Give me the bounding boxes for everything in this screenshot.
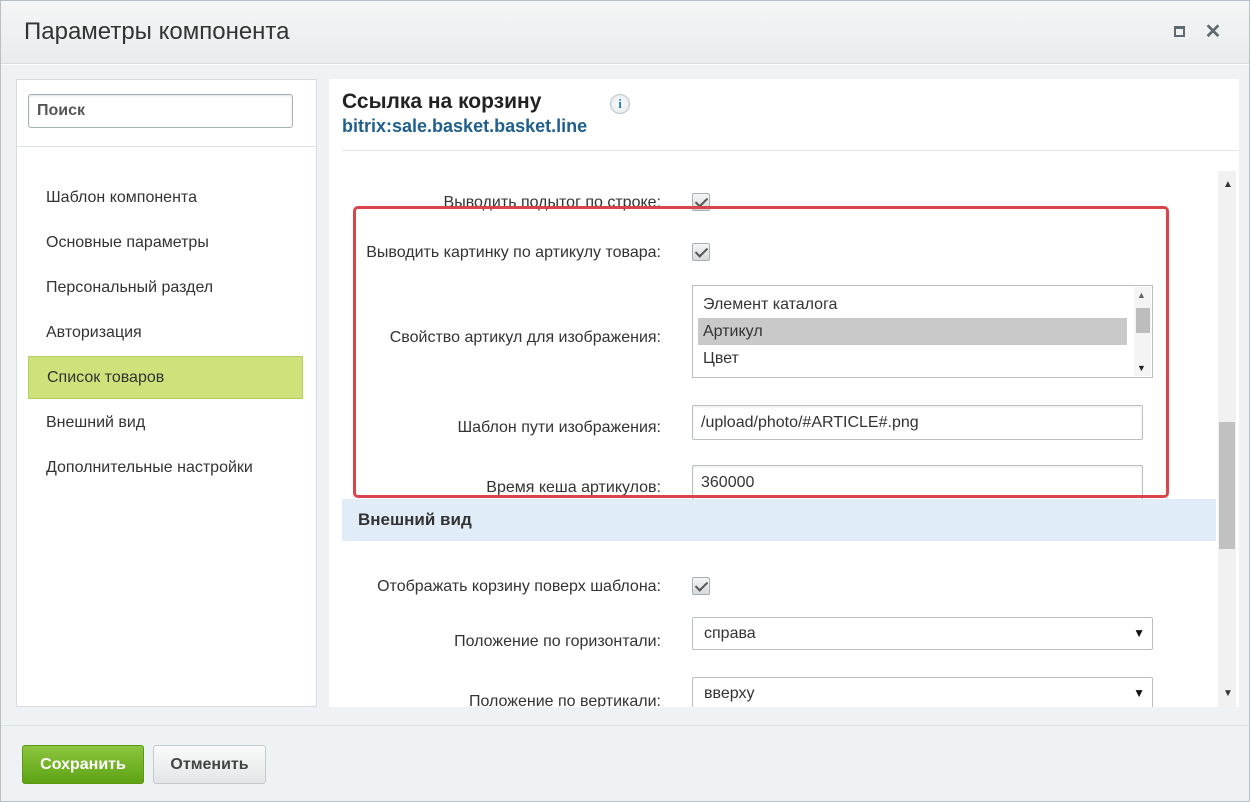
sidebar-item-additional-settings[interactable]: Дополнительные настройки (28, 445, 303, 490)
highlight-frame (353, 206, 1169, 498)
component-code: bitrix:sale.basket.basket.line (342, 116, 588, 136)
dialog-title: Параметры компонента (24, 18, 290, 45)
close-icon[interactable]: ✕ (1204, 22, 1222, 42)
section-header-appearance: Внешний вид (342, 499, 1216, 541)
dialog-content: Шаблон компонента Основные параметры Пер… (1, 65, 1249, 725)
parameters-list: Выводить подытог по строке: Выводить кар… (329, 171, 1216, 707)
show-over-template-checkbox[interactable] (692, 577, 710, 595)
maximize-icon[interactable] (1170, 23, 1188, 41)
save-button[interactable]: Сохранить (22, 745, 144, 784)
dropdown-arrow-icon: ▼ (1133, 686, 1145, 700)
scroll-up-icon[interactable]: ▲ (1223, 179, 1233, 190)
sidebar: Шаблон компонента Основные параметры Пер… (16, 79, 317, 707)
param-label: Положение по горизонтали: (454, 633, 661, 650)
sidebar-item-product-list[interactable]: Список товаров (28, 356, 303, 399)
sidebar-item-authorization[interactable]: Авторизация (28, 310, 303, 355)
section-title: Внешний вид (358, 510, 472, 529)
vertical-position-select[interactable]: вверху ▼ (692, 677, 1153, 707)
sidebar-item-personal-section[interactable]: Персональный раздел (28, 265, 303, 310)
main-panel: Ссылка на корзину bitrix:sale.basket.bas… (329, 79, 1239, 707)
main-scrollbar[interactable]: ▲ ▼ (1218, 171, 1236, 707)
component-parameters-dialog: Параметры компонента ✕ Шаблон компонента… (0, 0, 1250, 802)
horizontal-position-select[interactable]: справа ▼ (692, 617, 1153, 650)
component-name: Ссылка на корзину (342, 90, 542, 113)
select-value: вверху (704, 685, 755, 702)
info-icon[interactable]: i (610, 94, 630, 114)
sidebar-nav: Шаблон компонента Основные параметры Пер… (28, 175, 303, 490)
cancel-button[interactable]: Отменить (153, 745, 266, 784)
dropdown-arrow-icon: ▼ (1133, 626, 1145, 640)
sidebar-item-template[interactable]: Шаблон компонента (28, 175, 303, 220)
search-input[interactable] (28, 94, 293, 128)
header-divider (342, 150, 1239, 151)
sidebar-divider (17, 146, 316, 147)
sidebar-item-appearance[interactable]: Внешний вид (28, 400, 303, 445)
dialog-titlebar[interactable]: Параметры компонента ✕ (1, 1, 1249, 64)
param-label: Положение по вертикали: (468, 693, 661, 707)
param-label: Отображать корзину поверх шаблона: (377, 578, 661, 595)
sidebar-item-main-params[interactable]: Основные параметры (28, 220, 303, 265)
dialog-footer: Сохранить Отменить (1, 725, 1249, 801)
scroll-down-icon[interactable]: ▼ (1223, 688, 1233, 699)
scroll-thumb[interactable] (1219, 422, 1235, 549)
select-value: справа (704, 625, 756, 642)
